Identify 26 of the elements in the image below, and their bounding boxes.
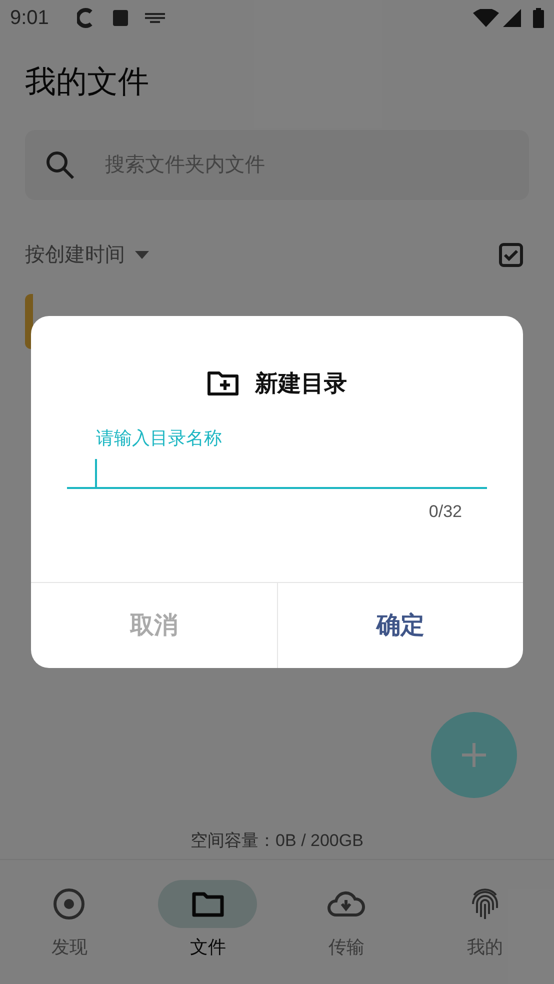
cloud-download-icon — [327, 890, 366, 918]
storage-text: 空间容量：0B / 200GB — [190, 830, 364, 852]
page-title: 我的文件 — [25, 63, 150, 101]
dialog-title: 新建目录 — [255, 369, 347, 398]
caret-icon — [135, 251, 149, 259]
character-counter: 0/32 — [428, 500, 462, 522]
select-checkbox[interactable] — [499, 243, 523, 267]
fingerprint-icon — [470, 887, 500, 921]
status-time: 9:01 — [10, 6, 49, 31]
name-input-field[interactable]: 请输入目录名称 — [67, 414, 487, 488]
nav-tab[interactable]: 我的 — [416, 860, 554, 984]
plus-icon — [462, 742, 486, 766]
signal-icon — [503, 9, 521, 27]
search-icon — [45, 150, 75, 180]
nav-tab[interactable]: 传输 — [277, 860, 416, 984]
target-icon — [52, 887, 86, 921]
folder-add-icon — [207, 370, 239, 396]
cancel-button[interactable]: 取消 — [31, 583, 276, 668]
folder-icon — [190, 890, 225, 918]
nav-tab[interactable]: 发现 — [0, 860, 138, 984]
wifi-icon — [473, 9, 499, 27]
sort-dropdown[interactable]: 按创建时间 — [25, 240, 149, 270]
battery-icon — [533, 8, 544, 28]
confirm-button[interactable]: 确定 — [276, 583, 523, 668]
nav-tab[interactable]: 文件 — [138, 860, 277, 984]
folder-thumbnail — [25, 294, 33, 349]
